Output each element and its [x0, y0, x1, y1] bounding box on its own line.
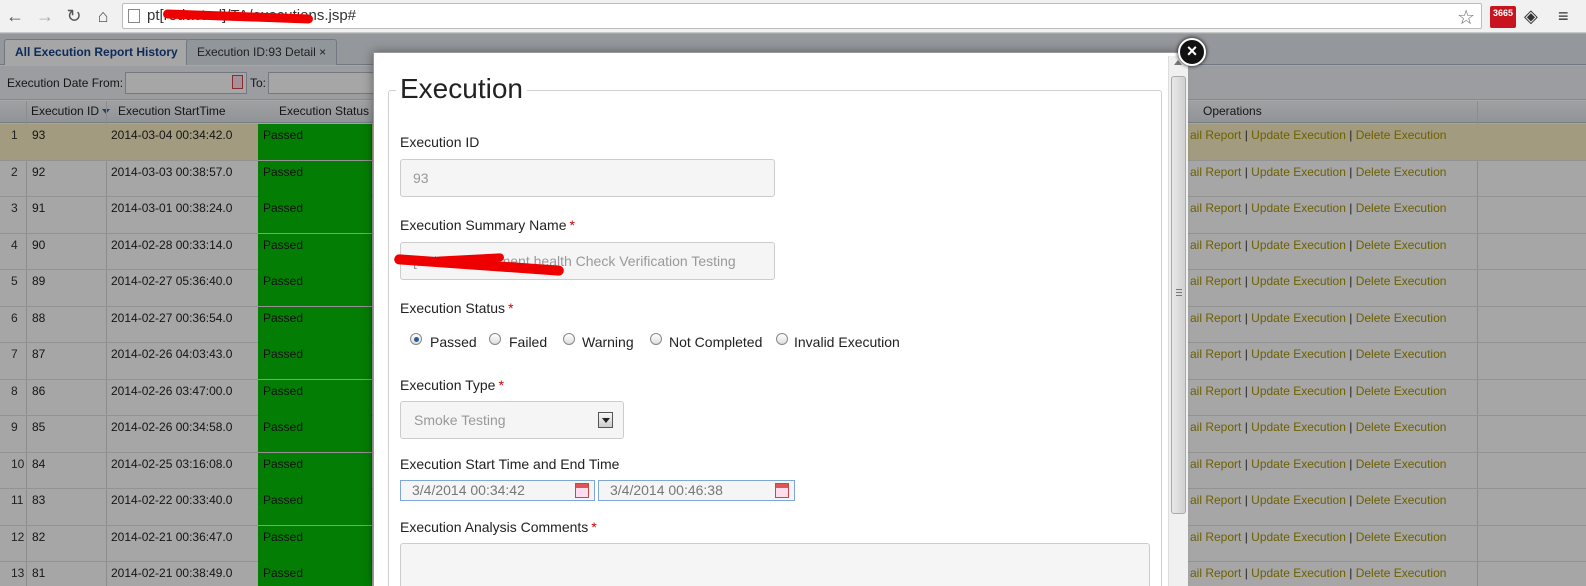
radio-icon[interactable] — [489, 333, 501, 345]
end-time-field[interactable]: 3/4/2014 00:46:38 — [598, 480, 795, 501]
dialog-scrollbar[interactable] — [1168, 56, 1188, 586]
radio-icon[interactable] — [650, 333, 662, 345]
execution-id-label: Execution ID — [400, 134, 480, 150]
bookmark-star-icon[interactable]: ☆ — [1457, 5, 1475, 30]
radio-icon[interactable] — [563, 333, 575, 345]
home-icon[interactable]: ⌂ — [92, 5, 114, 27]
radio-checked-icon[interactable] — [410, 333, 422, 345]
calendar-icon[interactable] — [575, 483, 589, 498]
start-time-field[interactable]: 3/4/2014 00:34:42 — [400, 480, 595, 501]
reload-icon[interactable]: ↻ — [63, 5, 85, 27]
analysis-comments-label: Execution Analysis Comments * — [400, 519, 597, 535]
scrollbar-thumb[interactable] — [1171, 76, 1186, 514]
execution-type-label: Execution Type * — [400, 377, 504, 393]
forward-icon[interactable]: → — [34, 5, 56, 27]
analysis-comments-textarea[interactable] — [400, 543, 1150, 586]
execution-type-value: Smoke Testing — [414, 412, 506, 428]
start-end-time-label: Execution Start Time and End Time — [400, 456, 620, 472]
close-icon[interactable]: × — [1178, 38, 1206, 66]
back-icon[interactable]: ← — [4, 5, 26, 27]
execution-type-select[interactable]: Smoke Testing — [400, 401, 624, 439]
page-icon — [128, 9, 140, 23]
grip-icon — [1176, 289, 1182, 296]
extension-badge: 3665 — [1492, 8, 1514, 18]
address-bar[interactable]: pt[redacted]/TA/executions.jsp# ☆ — [122, 3, 1482, 29]
radio-icon[interactable] — [776, 333, 788, 345]
summary-name-label: Execution Summary Name * — [400, 217, 575, 233]
browser-toolbar: ← → ↻ ⌂ pt[redacted]/TA/executions.jsp# … — [0, 0, 1586, 33]
dialog-title: Execution — [396, 73, 527, 105]
extension-icon[interactable]: 3665 — [1490, 6, 1516, 28]
execution-id-field[interactable]: 93 — [400, 159, 775, 197]
menu-icon[interactable]: ≡ — [1558, 6, 1569, 27]
extension-diamond-icon[interactable]: ◈ — [1524, 6, 1538, 27]
execution-dialog: Execution Execution ID 93 Execution Summ… — [373, 52, 1179, 586]
calendar-icon[interactable] — [775, 483, 789, 498]
execution-status-label: Execution Status * — [400, 300, 514, 316]
chevron-down-icon[interactable] — [598, 412, 613, 428]
